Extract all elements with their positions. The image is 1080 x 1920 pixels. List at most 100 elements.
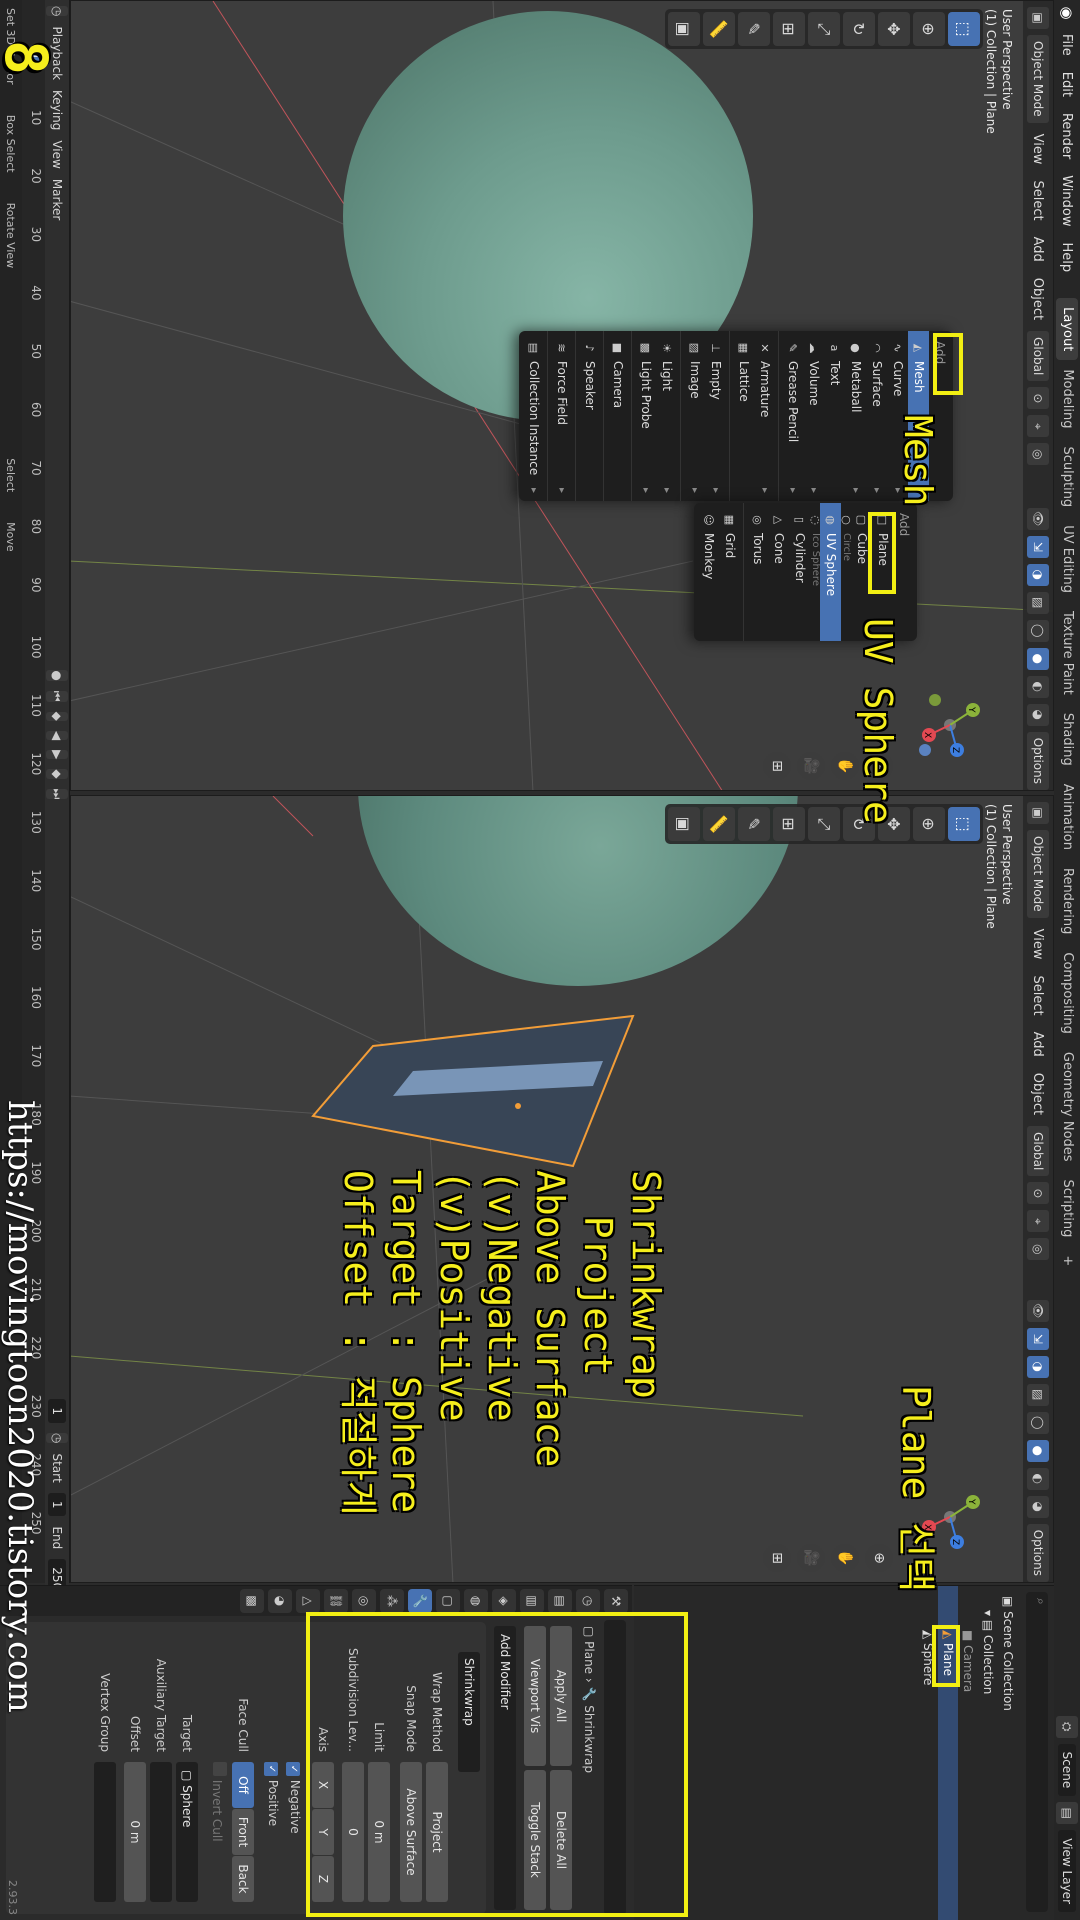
scene-tab-icon[interactable]: ◈ bbox=[492, 1589, 516, 1613]
modifier-tab-icon[interactable]: 🔧 bbox=[408, 1589, 432, 1613]
menu-keying[interactable]: Keying bbox=[50, 90, 64, 130]
visibility-icon[interactable]: 👁 bbox=[1027, 507, 1049, 530]
auxiliary-target-field[interactable] bbox=[150, 1762, 172, 1902]
shading-wire-icon[interactable]: ◯ bbox=[1027, 619, 1049, 642]
prev-key-icon[interactable]: ◆ bbox=[46, 711, 68, 721]
menu-add[interactable]: Add bbox=[1031, 232, 1046, 267]
gizmo-icon[interactable]: ⇲ bbox=[1027, 1327, 1049, 1350]
menu-select[interactable]: Select bbox=[1031, 175, 1046, 225]
add-cube-tool-icon[interactable]: ▣ bbox=[668, 807, 700, 841]
menu-item-text[interactable]: a Text bbox=[824, 331, 845, 501]
vertex-group-field[interactable] bbox=[94, 1762, 116, 1902]
material-tab-icon[interactable]: ◕ bbox=[268, 1589, 292, 1613]
shading-solid-icon[interactable]: ● bbox=[1027, 647, 1049, 670]
view-layer-tab-icon[interactable]: ▥ bbox=[520, 1589, 544, 1613]
data-tab-icon[interactable]: △ bbox=[296, 1589, 320, 1613]
proportional-icon[interactable]: ◎ bbox=[1027, 443, 1049, 466]
tab-uv-editing[interactable]: UV Editing bbox=[1056, 516, 1078, 602]
positive-checkbox[interactable]: ✓ Positive bbox=[262, 1762, 284, 1826]
select-box-tool-icon[interactable]: ⬚ bbox=[948, 807, 980, 841]
target-field[interactable]: ▢ Sphere bbox=[176, 1762, 198, 1902]
menu-item-image[interactable]: ▨ Image ▸ bbox=[684, 331, 705, 501]
start-frame-field[interactable]: 1 bbox=[48, 1492, 66, 1517]
tab-scripting[interactable]: Scripting bbox=[1056, 1171, 1078, 1247]
texture-tab-icon[interactable]: ▩ bbox=[240, 1589, 264, 1613]
menu-window[interactable]: Window bbox=[1060, 167, 1075, 234]
face-cull-back[interactable]: Back bbox=[232, 1856, 254, 1902]
options-button[interactable]: Options bbox=[1027, 731, 1049, 790]
overlay-icon[interactable]: ◑ bbox=[1027, 563, 1049, 586]
mode-selector[interactable]: Object Mode bbox=[1027, 35, 1049, 123]
menu-add[interactable]: Add bbox=[1031, 1027, 1046, 1062]
menu-item-collection-instance[interactable]: ▤ Collection Instance ▸ bbox=[523, 331, 544, 501]
outliner-search-input[interactable]: ⌕ bbox=[1026, 1592, 1048, 1912]
record-icon[interactable]: ● bbox=[46, 670, 68, 681]
menu-item-grease-pencil[interactable]: ✎ Grease Pencil ▸ bbox=[782, 331, 803, 501]
menu-item-speaker[interactable]: ♪ Speaker bbox=[579, 331, 600, 501]
tab-rendering[interactable]: Rendering bbox=[1056, 859, 1078, 943]
submenu-item-monkey[interactable]: ☺ Monkey bbox=[698, 503, 719, 641]
output-tab-icon[interactable]: ▤ bbox=[548, 1589, 572, 1613]
menu-render[interactable]: Render bbox=[1060, 105, 1075, 167]
timeline-editor-icon[interactable]: ◷ bbox=[46, 6, 68, 17]
outliner-scene-collection[interactable]: ▣ Scene Collection bbox=[998, 1596, 1018, 1711]
measure-tool-icon[interactable]: 📏 bbox=[703, 12, 735, 46]
menu-view[interactable]: View bbox=[1031, 129, 1046, 170]
submenu-item-ico-sphere[interactable]: ◌Ico Sphere bbox=[810, 503, 820, 641]
play-reverse-icon[interactable]: ◀ bbox=[46, 730, 68, 741]
menu-object[interactable]: Object bbox=[1031, 273, 1046, 325]
play-icon[interactable]: ▶ bbox=[46, 750, 68, 760]
measure-tool-icon[interactable]: 📏 bbox=[703, 807, 735, 841]
menu-view[interactable]: View bbox=[1031, 924, 1046, 965]
tab-sculpting[interactable]: Sculpting bbox=[1056, 437, 1078, 516]
shading-render-icon[interactable]: ◕ bbox=[1027, 1495, 1049, 1518]
menu-item-volume[interactable]: ☁ Volume ▸ bbox=[803, 331, 824, 501]
submenu-item-torus[interactable]: ◎ Torus bbox=[747, 503, 768, 641]
editor-type-icon[interactable]: ▣ bbox=[1027, 802, 1049, 824]
tab-shading[interactable]: Shading bbox=[1056, 704, 1078, 775]
submenu-item-grid[interactable]: ▦ Grid bbox=[719, 503, 740, 641]
tab-geometry-nodes[interactable]: Geometry Nodes bbox=[1056, 1043, 1078, 1171]
invert-cull-checkbox[interactable]: Invert Cull bbox=[206, 1762, 228, 1842]
menu-item-metaball[interactable]: ● Metaball ▸ bbox=[845, 331, 866, 501]
scale-tool-icon[interactable]: ⤢ bbox=[808, 807, 840, 841]
add-workspace-button[interactable]: + bbox=[1056, 1246, 1078, 1275]
viewport-left[interactable]: ▣ Object Mode View Select Add Object Glo… bbox=[70, 0, 1054, 791]
overlay-icon[interactable]: ◑ bbox=[1027, 1355, 1049, 1378]
transform-tool-icon[interactable]: ⊞ bbox=[773, 807, 805, 841]
outliner[interactable]: ⌕ ▣ Scene Collection ▾ ▤ Collection ■ Ca… bbox=[634, 1585, 1054, 1920]
options-button[interactable]: Options bbox=[1027, 1523, 1049, 1582]
gizmo-icon[interactable]: ⇲ bbox=[1027, 535, 1049, 558]
cursor-tool-icon[interactable]: ⊕ bbox=[913, 12, 945, 46]
shading-wire-icon[interactable]: ◯ bbox=[1027, 1411, 1049, 1434]
submenu-item-circle[interactable]: ○Circle bbox=[841, 503, 851, 641]
menu-item-light[interactable]: ☀ Light ▸ bbox=[656, 331, 677, 501]
tab-texture-paint[interactable]: Texture Paint bbox=[1056, 602, 1078, 704]
annotate-tool-icon[interactable]: ✎ bbox=[738, 12, 770, 46]
move-tool-icon[interactable]: ✥ bbox=[878, 12, 910, 46]
snap-icon[interactable]: ⌖ bbox=[1027, 1210, 1049, 1233]
shading-material-icon[interactable]: ◐ bbox=[1027, 1467, 1049, 1490]
menu-file[interactable]: File bbox=[1060, 26, 1075, 64]
outliner-collection[interactable]: ▾ ▤ Collection bbox=[978, 1610, 998, 1694]
select-box-tool-icon[interactable]: ⬚ bbox=[948, 12, 980, 46]
render-tab-icon[interactable]: ◷ bbox=[576, 1589, 600, 1613]
menu-marker[interactable]: Marker bbox=[50, 179, 64, 220]
navigation-gizmo[interactable]: Y Z X bbox=[905, 680, 995, 770]
outliner-item-camera[interactable]: ■ Camera bbox=[958, 1630, 978, 1692]
tab-layout[interactable]: Layout bbox=[1056, 298, 1078, 361]
snap-icon[interactable]: ⌖ bbox=[1027, 415, 1049, 438]
pivot-icon[interactable]: ⊙ bbox=[1027, 1182, 1049, 1205]
orientation-selector[interactable]: Global bbox=[1027, 1126, 1049, 1177]
tool-tab-icon[interactable]: ⚒ bbox=[604, 1589, 628, 1613]
physics-tab-icon[interactable]: ◎ bbox=[352, 1589, 376, 1613]
face-cull-off[interactable]: Off bbox=[232, 1762, 254, 1808]
particles-tab-icon[interactable]: ⁂ bbox=[380, 1589, 404, 1613]
shading-render-icon[interactable]: ◕ bbox=[1027, 703, 1049, 726]
camera-view-icon[interactable]: 🎥 bbox=[797, 1544, 825, 1572]
camera-view-icon[interactable]: 🎥 bbox=[797, 752, 825, 780]
menu-item-surface[interactable]: ◠ Surface ▸ bbox=[866, 331, 887, 501]
ortho-grid-icon[interactable]: ⊞ bbox=[763, 752, 791, 780]
menu-item-light-probe[interactable]: ▩ Light Probe ▸ bbox=[635, 331, 656, 501]
world-tab-icon[interactable]: ◍ bbox=[464, 1589, 488, 1613]
